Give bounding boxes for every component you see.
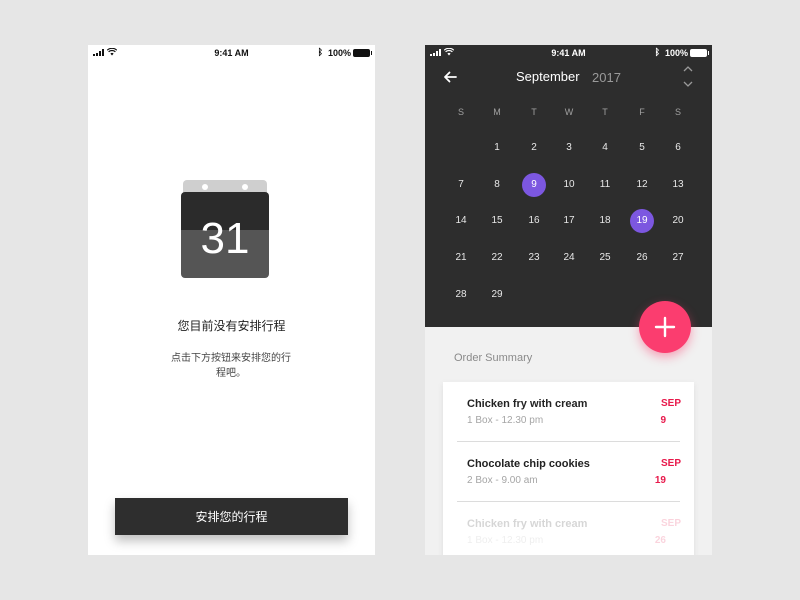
calendar-panel: 9:41 AM ᛒ 100% September 2017 SMTWTFS123… xyxy=(425,45,712,327)
calendar-day[interactable]: 16 xyxy=(522,209,546,233)
back-arrow-icon[interactable] xyxy=(443,71,457,83)
battery-percent: 100% xyxy=(327,48,351,58)
status-bar: 9:41 AM ᛒ 100% xyxy=(425,45,712,61)
calendar-day[interactable]: 12 xyxy=(630,173,654,197)
calendar-day[interactable]: 4 xyxy=(593,136,617,160)
calendar-day[interactable]: 27 xyxy=(666,246,690,270)
order-detail: 1 Box - 12.30 pm xyxy=(467,535,544,546)
calendar-day[interactable]: 20 xyxy=(666,209,690,233)
calendar-day-selected[interactable]: 9 xyxy=(522,173,546,197)
calendar-day[interactable]: 3 xyxy=(557,136,581,160)
calendar-day[interactable]: 10 xyxy=(557,173,581,197)
battery-icon xyxy=(690,49,709,57)
weekday-label: F xyxy=(639,107,645,117)
calendar-day[interactable]: 15 xyxy=(485,209,509,233)
calendar-day-selected[interactable]: 19 xyxy=(630,209,654,233)
add-button[interactable] xyxy=(639,301,691,353)
order-month: SEP xyxy=(660,518,681,529)
calendar-day[interactable]: 21 xyxy=(449,246,473,270)
calendar-day[interactable]: 13 xyxy=(666,173,690,197)
calendar-day[interactable]: 28 xyxy=(449,283,473,307)
weekday-label: S xyxy=(457,107,464,117)
status-bar: 9:41 AM ᛒ 100% xyxy=(88,45,375,61)
schedule-button[interactable]: 安排您的行程 xyxy=(115,498,348,535)
order-summary-title: Order Summary xyxy=(454,352,533,364)
battery-percent: 100% xyxy=(664,48,688,58)
chevron-down-icon[interactable] xyxy=(683,81,693,87)
calendar-day[interactable]: 1 xyxy=(485,136,509,160)
calendar-day[interactable]: 25 xyxy=(593,246,617,270)
calendar-day[interactable]: 26 xyxy=(630,246,654,270)
calendar-day[interactable]: 5 xyxy=(630,136,654,160)
order-name: Chicken fry with cream xyxy=(467,398,588,410)
calendar-day[interactable]: 24 xyxy=(557,246,581,270)
calendar-day[interactable]: 22 xyxy=(485,246,509,270)
order-item[interactable]: Chicken fry with cream 1 Box - 12.30 pm … xyxy=(443,382,694,442)
weekday-label: M xyxy=(493,107,501,117)
order-day: 19 xyxy=(654,475,666,486)
plus-icon xyxy=(654,316,676,338)
calendar-screen: 9:41 AM ᛒ 100% September 2017 SMTWTFS123… xyxy=(425,45,712,555)
weekday-label: T xyxy=(531,107,537,117)
weekday-label: T xyxy=(602,107,608,117)
empty-state-screen: 9:41 AM ᛒ 100% 31 您目前没有安排行程 点击下方按钮来安排您的行… xyxy=(88,45,375,555)
calendar-day[interactable]: 23 xyxy=(522,246,546,270)
order-list: Chicken fry with cream 1 Box - 12.30 pm … xyxy=(443,382,694,555)
calendar-day[interactable]: 18 xyxy=(593,209,617,233)
order-day: 26 xyxy=(654,535,666,546)
calendar-day[interactable]: 14 xyxy=(449,209,473,233)
chevron-up-icon[interactable] xyxy=(683,66,693,72)
month-year: 2017 xyxy=(592,70,621,85)
calendar-day[interactable]: 7 xyxy=(449,173,473,197)
order-day: 9 xyxy=(660,415,666,426)
calendar-day[interactable]: 6 xyxy=(666,136,690,160)
weekday-label: S xyxy=(674,107,681,117)
order-item[interactable]: Chocolate chip cookies 2 Box - 9.00 am S… xyxy=(443,442,694,502)
order-month: SEP xyxy=(660,458,681,469)
calendar-day[interactable]: 8 xyxy=(485,173,509,197)
calendar-day[interactable]: 11 xyxy=(593,173,617,197)
weekday-label: W xyxy=(564,107,574,117)
battery-icon xyxy=(353,49,372,57)
order-name: Chicken fry with cream xyxy=(467,518,588,530)
calendar-icon-day: 31 xyxy=(201,214,250,263)
empty-state-description: 点击下方按钮来安排您的行程吧。 xyxy=(171,353,291,379)
order-name: Chocolate chip cookies xyxy=(467,458,590,470)
month-title: September xyxy=(516,69,580,84)
order-month: SEP xyxy=(660,398,681,409)
order-item[interactable]: Chicken fry with cream 1 Box - 12.30 pm … xyxy=(443,502,694,555)
order-detail: 2 Box - 9.00 am xyxy=(467,475,538,486)
calendar-day[interactable]: 17 xyxy=(557,209,581,233)
calendar-day[interactable]: 29 xyxy=(485,283,509,307)
order-detail: 1 Box - 12.30 pm xyxy=(467,415,544,426)
calendar-day[interactable]: 2 xyxy=(522,136,546,160)
empty-state-title: 您目前没有安排行程 xyxy=(177,319,286,333)
calendar-icon: 31 xyxy=(181,180,269,278)
bluetooth-icon: ᛒ xyxy=(654,47,660,57)
bluetooth-icon: ᛒ xyxy=(317,47,323,57)
